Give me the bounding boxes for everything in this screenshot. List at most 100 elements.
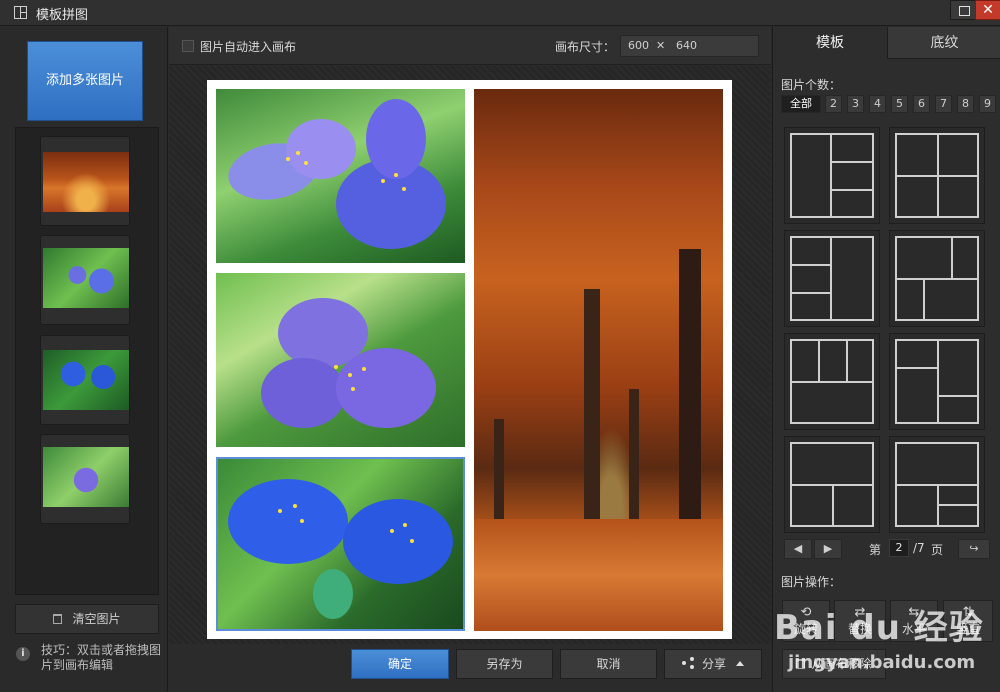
canvas-size-label: 画布尺寸： — [555, 40, 616, 54]
template-layout — [895, 442, 979, 527]
maximize-button[interactable] — [950, 0, 976, 20]
flower-petal — [286, 119, 356, 179]
stamen — [300, 519, 304, 523]
layout-divider — [937, 341, 939, 422]
thumbnail-blue-flowers[interactable] — [40, 335, 130, 425]
replace-icon: ⇄ — [854, 605, 866, 620]
template-layout — [895, 133, 979, 218]
tab-textures[interactable]: 底纹 — [887, 27, 1000, 59]
template-layout — [790, 236, 874, 321]
layout-divider — [830, 135, 832, 216]
thumbnail-image — [43, 350, 129, 410]
thumbnail-purple-flower-2[interactable] — [40, 434, 130, 524]
layout-divider — [830, 238, 832, 319]
share-icon — [681, 657, 694, 669]
share-button[interactable]: 分享 — [664, 649, 762, 679]
thumbnail-list[interactable] — [15, 127, 159, 595]
layout-divider — [897, 367, 937, 369]
template-option[interactable] — [784, 436, 880, 533]
replace-button[interactable]: ⇄ 替换 — [834, 600, 886, 642]
next-page-button[interactable]: ▶ — [814, 539, 842, 559]
page-number-input[interactable]: 2 — [889, 539, 909, 557]
image-count-label: 图片个数： — [781, 78, 842, 92]
canvas-toolbar: 图片自动进入画布 画布尺寸： 600 ✕ 640 — [169, 27, 771, 65]
flower-petal — [343, 499, 453, 584]
thumbnail-image — [43, 248, 129, 308]
stamen — [293, 504, 297, 508]
stamen — [296, 151, 300, 155]
count-filter-9[interactable]: 9 — [979, 95, 996, 113]
window-title: 模板拼图 — [36, 8, 89, 23]
template-option[interactable] — [784, 230, 880, 327]
thumbnail-image — [43, 152, 129, 212]
template-collage-icon — [14, 6, 27, 19]
count-filter-3[interactable]: 3 — [847, 95, 864, 113]
close-button[interactable]: ✕ — [975, 0, 1000, 20]
caret-up-icon — [736, 661, 744, 666]
stamen — [362, 367, 366, 371]
count-filter-all[interactable]: 全部 — [781, 95, 821, 113]
share-label: 分享 — [701, 657, 726, 671]
cancel-button[interactable]: 取消 — [560, 649, 657, 679]
template-layout — [895, 236, 979, 321]
collage-cell-purple-flower[interactable] — [216, 273, 465, 447]
count-filter-4[interactable]: 4 — [869, 95, 886, 113]
times-icon: ✕ — [656, 39, 666, 52]
clear-images-button[interactable]: 清空图片 — [15, 604, 159, 634]
canvas-area — [169, 66, 771, 644]
stamen — [351, 387, 355, 391]
count-filter-7[interactable]: 7 — [935, 95, 952, 113]
confirm-button[interactable]: 确定 — [351, 649, 449, 679]
template-layout — [790, 442, 874, 527]
flip-horizontal-button[interactable]: ⇆ 水平 — [890, 600, 938, 642]
template-panel: 模板 底纹 图片个数： 全部 2 3 4 5 6 7 8 9 ◀ ▶ 第 2 /… — [772, 27, 1000, 692]
page-total: /7 — [913, 541, 925, 555]
go-page-button[interactable]: ↪ — [958, 539, 990, 559]
flower-petal — [366, 99, 426, 179]
layout-divider — [937, 395, 977, 397]
template-option[interactable] — [889, 333, 985, 430]
rotate-icon: ⟲ — [800, 605, 812, 620]
page-prefix: 第 — [869, 543, 882, 557]
tree-trunk — [679, 249, 701, 539]
flip-horizontal-label: 水平 — [901, 622, 926, 636]
template-option[interactable] — [784, 333, 880, 430]
template-option[interactable] — [889, 127, 985, 224]
prev-page-button[interactable]: ◀ — [784, 539, 812, 559]
replace-label: 替换 — [847, 622, 872, 636]
template-option[interactable] — [784, 127, 880, 224]
collage-cell-blue-flowers[interactable] — [216, 457, 465, 631]
canvas-size-field[interactable]: 600 ✕ 640 — [620, 35, 759, 57]
rotate-button[interactable]: ⟲ 旋转 — [782, 600, 830, 642]
collage-cell-purple-flowers[interactable] — [216, 89, 465, 263]
canvas-height-value: 640 — [676, 39, 697, 52]
layout-divider — [897, 175, 977, 177]
layout-divider — [937, 504, 977, 506]
save-as-button[interactable]: 另存为 — [456, 649, 553, 679]
remove-from-canvas-label: 从画布移除 — [811, 657, 872, 671]
count-filter-2[interactable]: 2 — [825, 95, 842, 113]
stamen — [334, 365, 338, 369]
template-option[interactable] — [889, 230, 985, 327]
layout-divider — [792, 264, 830, 266]
flip-vertical-label: 竖直 — [955, 622, 980, 636]
tab-templates[interactable]: 模板 — [773, 27, 887, 59]
collage-cell-autumn-trees[interactable] — [474, 89, 723, 631]
auto-enter-checkbox[interactable] — [182, 40, 194, 52]
remove-from-canvas-button[interactable]: 从画布移除 — [782, 649, 886, 679]
stamen — [402, 187, 406, 191]
action-bar: 确定 另存为 取消 分享 — [169, 644, 771, 692]
count-filter-8[interactable]: 8 — [957, 95, 974, 113]
thumbnail-purple-flower-1[interactable] — [40, 235, 130, 325]
stamen — [278, 509, 282, 513]
trash-icon — [53, 614, 63, 624]
trash-icon — [796, 659, 806, 669]
thumbnail-autumn-forest[interactable] — [40, 136, 130, 226]
add-images-button[interactable]: 添加多张图片 — [27, 41, 143, 121]
layout-divider — [923, 278, 925, 319]
count-filter-6[interactable]: 6 — [913, 95, 930, 113]
count-filter-5[interactable]: 5 — [891, 95, 908, 113]
template-option[interactable] — [889, 436, 985, 533]
template-layout — [895, 339, 979, 424]
flip-vertical-button[interactable]: ⇅ 竖直 — [943, 600, 993, 642]
